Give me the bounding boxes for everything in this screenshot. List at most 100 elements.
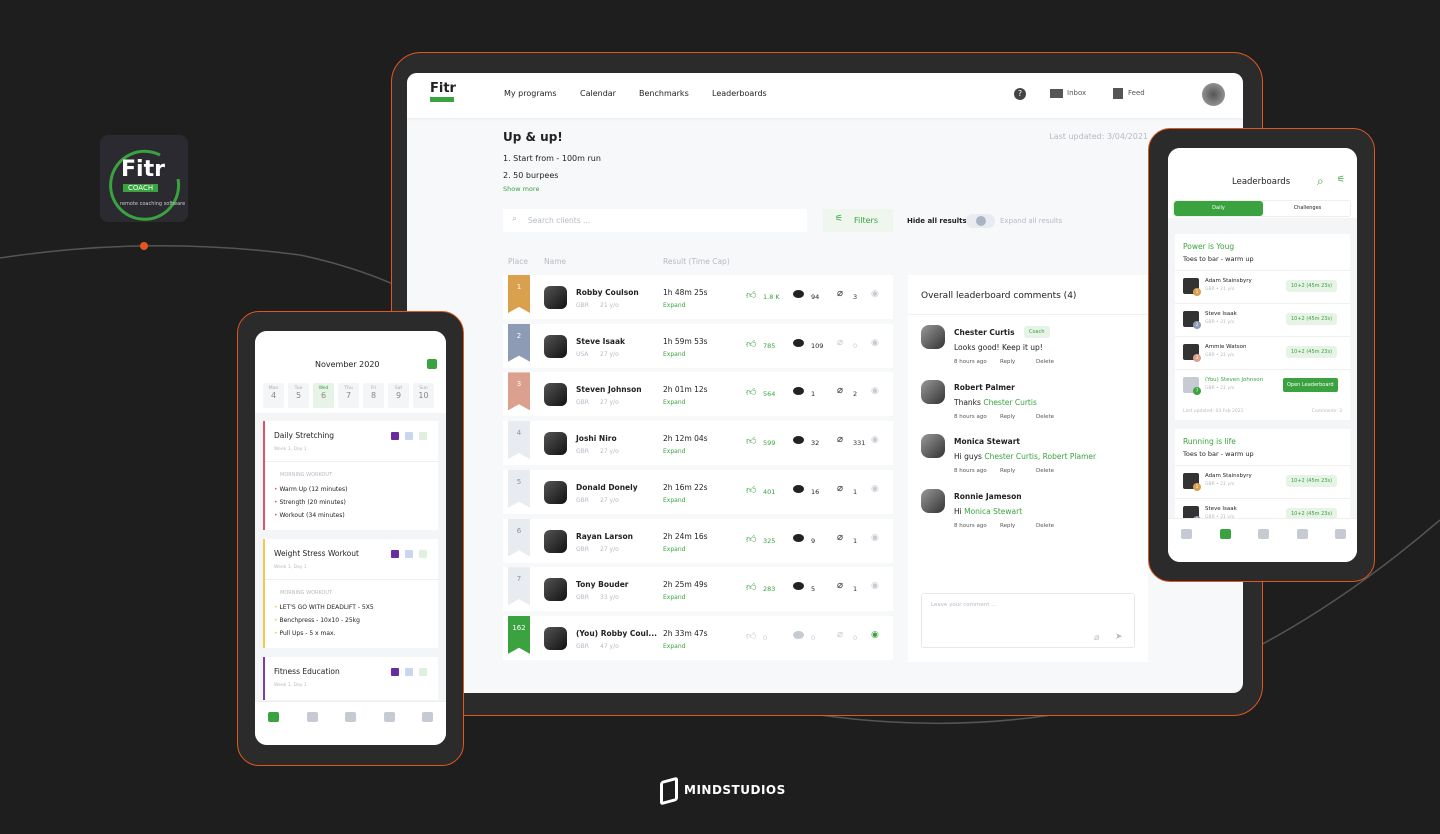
reply-link[interactable]: Reply bbox=[1000, 468, 1015, 474]
bell-icon[interactable] bbox=[1296, 529, 1308, 539]
board-title[interactable]: Running is life bbox=[1183, 437, 1236, 446]
table-row[interactable]: 7 Tony Bouder GBR 33 y/o 2h 25m 49s Expand 👍︎ 2… bbox=[503, 567, 893, 612]
athlete-name[interactable]: Tony Bouder bbox=[576, 580, 628, 589]
paperclip-icon[interactable]: ⌀ bbox=[837, 337, 843, 348]
paperclip-icon[interactable]: ⌀ bbox=[837, 629, 843, 640]
result-dropdown[interactable]: 10+2 (45m 23s) bbox=[1286, 346, 1338, 358]
attach-icon[interactable]: ⌀ bbox=[1094, 633, 1099, 643]
hide-eye-icon[interactable]: ◉ bbox=[871, 581, 879, 591]
leaderboard-icon[interactable] bbox=[419, 668, 427, 676]
thumbs-up-icon[interactable]: 👍︎ bbox=[746, 581, 756, 593]
table-row[interactable]: 6 Rayan Larson GBR 27 y/o 2h 24m 16s Expand 👍︎… bbox=[503, 518, 893, 563]
expand-link[interactable]: Expand bbox=[663, 448, 685, 455]
comment-mention[interactable]: Chester Curtis bbox=[983, 398, 1037, 407]
group-icon[interactable] bbox=[405, 432, 413, 440]
day-mon[interactable]: Mon 4 bbox=[263, 383, 284, 408]
athlete-avatar[interactable] bbox=[544, 334, 567, 358]
comment-icon[interactable] bbox=[793, 484, 804, 493]
day-thu[interactable]: Thu 7 bbox=[338, 383, 359, 408]
thumbs-up-icon[interactable]: 👍︎ bbox=[746, 533, 756, 545]
thumbs-up-icon[interactable]: 👍︎ bbox=[746, 484, 756, 496]
day-fri[interactable]: Fri 8 bbox=[363, 383, 384, 408]
table-row[interactable]: 3 Steven Johnson GBR 27 y/o 2h 01m 12s Expand… bbox=[503, 372, 893, 417]
athlete-avatar[interactable] bbox=[544, 286, 567, 309]
table-row[interactable]: 2 Steve Isaak USA 27 y/o 1h 59m 53s Expand 👍︎ 7… bbox=[503, 323, 893, 368]
search-input[interactable]: ⌕ Search clients ... bbox=[503, 209, 807, 232]
commenter-avatar[interactable] bbox=[921, 434, 945, 459]
leaderboard-icon[interactable] bbox=[1219, 529, 1231, 539]
paperclip-icon[interactable]: ⌀ bbox=[837, 532, 843, 543]
athlete-name[interactable]: Steve Isaak bbox=[576, 337, 625, 346]
comment-icon[interactable] bbox=[793, 338, 804, 347]
calendar-icon[interactable] bbox=[427, 359, 437, 369]
feed-link[interactable]: Feed bbox=[1128, 89, 1145, 97]
inbox-link[interactable]: Inbox bbox=[1067, 89, 1086, 97]
commenter-name[interactable]: Ronnie Jameson bbox=[954, 492, 1022, 501]
athlete-avatar[interactable] bbox=[544, 578, 567, 602]
entry-name[interactable]: Adam Stainsbyry bbox=[1205, 278, 1252, 284]
hide-eye-icon[interactable]: ◉ bbox=[871, 435, 879, 445]
delete-link[interactable]: Delete bbox=[1036, 414, 1054, 420]
reply-link[interactable]: Reply bbox=[1000, 359, 1015, 365]
group-icon[interactable] bbox=[405, 668, 413, 676]
fitr-logo[interactable]: Fitr bbox=[430, 81, 456, 96]
day-sun[interactable]: Sun 10 bbox=[413, 383, 434, 408]
search-icon[interactable]: ⌕ bbox=[1317, 174, 1324, 189]
table-row[interactable]: 5 Donald Donely GBR 27 y/o 2h 16m 22s Expand 👍… bbox=[503, 469, 893, 514]
comment-input[interactable]: Leave your comment ... ⌀ ➤ bbox=[921, 593, 1135, 648]
hide-eye-icon[interactable]: ◉ bbox=[871, 338, 879, 348]
commenter-name[interactable]: Robert Palmer bbox=[954, 383, 1015, 392]
leaderboard-icon[interactable] bbox=[419, 432, 427, 440]
calendar-icon[interactable] bbox=[1181, 529, 1192, 539]
paperclip-icon[interactable]: ⌀ bbox=[837, 483, 843, 494]
tab-challenges[interactable]: Challenges bbox=[1263, 201, 1352, 216]
thumbs-up-icon[interactable]: 👍︎ bbox=[746, 386, 756, 398]
day-wed[interactable]: Wed 6 bbox=[313, 383, 334, 408]
comment-icon[interactable] bbox=[793, 533, 804, 542]
hide-eye-icon[interactable]: ◉ bbox=[871, 289, 879, 299]
send-icon[interactable]: ➤ bbox=[1115, 632, 1123, 642]
video-icon[interactable] bbox=[391, 432, 399, 440]
comment-mention[interactable]: Monica Stewart bbox=[964, 507, 1022, 516]
table-row[interactable]: 4 Joshi Niro GBR 27 y/o 2h 12m 04s Expand 👍︎ 59… bbox=[503, 421, 893, 466]
commenter-avatar[interactable] bbox=[921, 325, 945, 349]
delete-link[interactable]: Delete bbox=[1036, 359, 1054, 365]
athlete-avatar[interactable] bbox=[544, 432, 567, 456]
workout-card[interactable]: Daily Stretching Week 1, Day 1 MORNING WOR… bbox=[263, 421, 440, 530]
leaderboard-icon[interactable] bbox=[419, 550, 427, 558]
feed-icon[interactable] bbox=[1113, 88, 1123, 99]
table-row[interactable]: 162 (You) Robby Coul... GBR 47 y/o 2h 33m 47… bbox=[503, 615, 893, 660]
commenter-avatar[interactable] bbox=[921, 489, 945, 514]
athlete-name[interactable]: Robby Coulson bbox=[576, 288, 639, 297]
reply-link[interactable]: Reply bbox=[1000, 523, 1015, 529]
thumbs-up-icon[interactable]: 👍︎ bbox=[746, 435, 756, 447]
result-dropdown[interactable]: 10+2 (45m 23s) bbox=[1286, 475, 1338, 487]
expand-link[interactable]: Expand bbox=[663, 594, 685, 601]
delete-link[interactable]: Delete bbox=[1036, 523, 1054, 529]
expand-link[interactable]: Expand bbox=[663, 643, 685, 650]
board-comments-count[interactable]: Comments: 3 bbox=[1312, 409, 1342, 414]
table-row[interactable]: 1 Robby Coulson GBR 21 y/o 1h 48m 25s Expand 👍… bbox=[503, 275, 893, 319]
open-leaderboard-button[interactable]: Open Leaderboard bbox=[1283, 378, 1338, 392]
nav-leaderboards[interactable]: Leaderboards bbox=[712, 89, 767, 98]
board-title[interactable]: Power is Youg bbox=[1183, 242, 1234, 251]
workout-card[interactable]: Weight Stress Workout Week 1, Day 1 MORNIN… bbox=[263, 539, 440, 648]
paperclip-icon[interactable]: ⌀ bbox=[837, 434, 843, 445]
entry-name[interactable]: Steve Isaak bbox=[1205, 311, 1237, 317]
athlete-name[interactable]: (You) Robby Coul... bbox=[576, 629, 657, 638]
comment-icon[interactable] bbox=[793, 630, 804, 639]
video-icon[interactable] bbox=[391, 668, 399, 676]
paperclip-icon[interactable]: ⌀ bbox=[837, 580, 843, 591]
paperclip-icon[interactable]: ⌀ bbox=[837, 288, 843, 299]
filters-button[interactable]: ⚟ Filters bbox=[823, 209, 893, 232]
calendar-icon[interactable] bbox=[268, 712, 279, 722]
expand-all-results-label[interactable]: Expand all results bbox=[1000, 217, 1062, 225]
hide-eye-icon[interactable]: ◉ bbox=[871, 484, 879, 494]
day-tue[interactable]: Tue 5 bbox=[288, 383, 309, 408]
filter-icon[interactable]: ⚟ bbox=[1337, 175, 1345, 185]
entry-name[interactable]: Ammie Watson bbox=[1205, 344, 1246, 350]
athlete-avatar[interactable] bbox=[544, 529, 567, 553]
thumbs-up-icon[interactable]: 👍︎ bbox=[746, 289, 756, 301]
athlete-avatar[interactable] bbox=[544, 480, 567, 504]
group-icon[interactable] bbox=[405, 550, 413, 558]
